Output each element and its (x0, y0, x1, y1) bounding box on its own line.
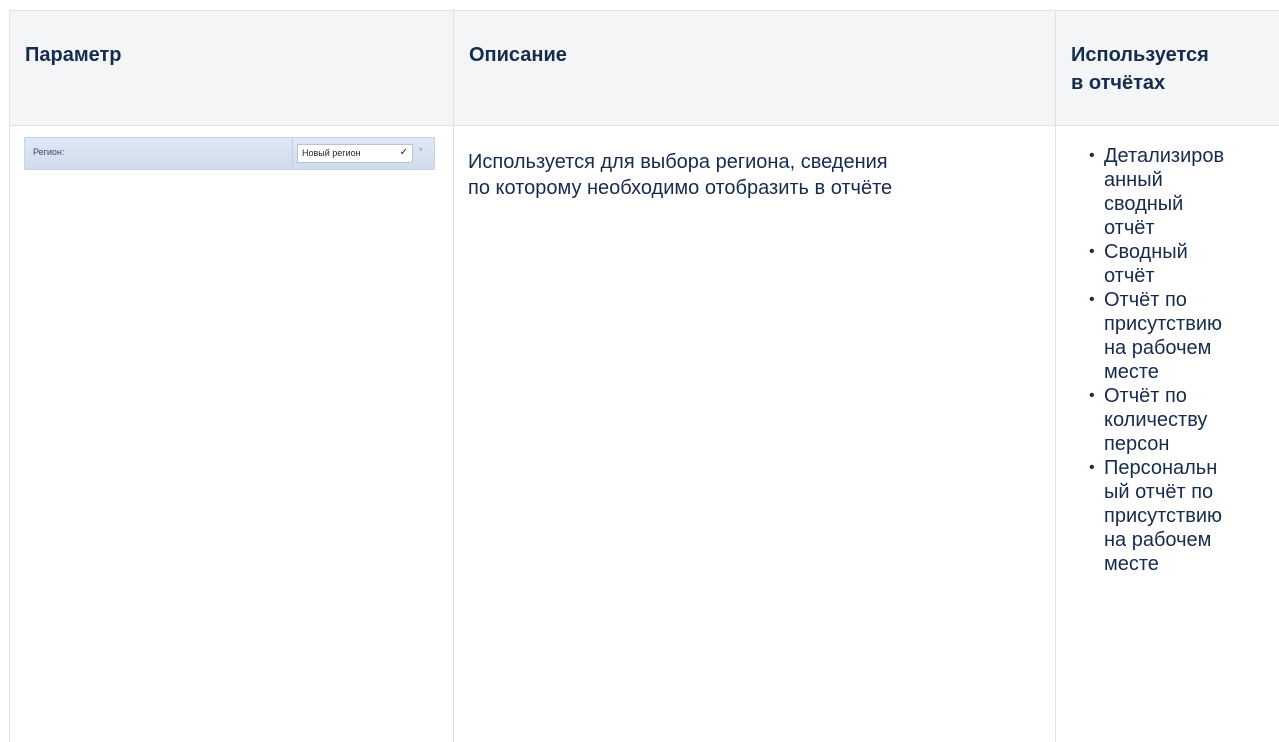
list-item-line: присутствию (1104, 313, 1223, 335)
list-item-line: на рабочем (1104, 337, 1212, 359)
list-item-line: Отчёт по (1104, 385, 1187, 407)
list-item-line: отчёт (1104, 265, 1155, 287)
list-item: • Персональн ый отчёт по присутствию на … (1085, 456, 1245, 576)
column-divider (453, 11, 454, 742)
list-item-line: Детализиров (1104, 145, 1225, 167)
list-item-line: анный (1104, 169, 1163, 191)
list-item-line: на рабочем (1104, 529, 1212, 551)
row-description: Используется для выбора региона, сведени… (468, 149, 892, 201)
region-field-label: Регион: (33, 147, 65, 157)
header-description: Описание (469, 44, 567, 66)
region-select: Новый регион ✓ (297, 144, 413, 163)
bullet-icon: • (1089, 243, 1095, 260)
list-item-line: присутствию (1104, 505, 1223, 527)
column-divider (1055, 11, 1056, 742)
list-item-line: персон (1104, 433, 1170, 455)
list-item: • Отчёт по количеству персон (1085, 384, 1245, 456)
region-select-value: Новый регион (302, 148, 361, 158)
bullet-icon: • (1089, 459, 1095, 476)
list-item-line: месте (1104, 553, 1159, 575)
list-item-line: Отчёт по (1104, 289, 1187, 311)
required-mark: * (419, 146, 423, 156)
list-item-line: количеству (1104, 409, 1208, 431)
field-divider (292, 138, 293, 169)
chevron-down-icon: ✓ (399, 147, 408, 158)
list-item-line: отчёт (1104, 217, 1155, 239)
description-line-2: по которому необходимо отобразить в отчё… (468, 177, 893, 199)
region-field-screenshot: Регион: Новый регион ✓ * (24, 137, 435, 170)
header-parameter: Параметр (25, 44, 122, 66)
header-used-in-reports: Используется в отчётах (1071, 41, 1209, 97)
header-used-in-line2: в отчётах (1071, 72, 1166, 94)
bullet-icon: • (1089, 147, 1095, 164)
list-item-line: Персональн (1104, 457, 1218, 479)
list-item: • Детализиров анный сводный отчёт (1085, 144, 1245, 240)
reports-list: • Детализиров анный сводный отчёт • Свод… (1085, 144, 1245, 576)
description-line-1: Используется для выбора региона, сведени… (468, 151, 888, 173)
bullet-icon: • (1089, 387, 1095, 404)
list-item: • Отчёт по присутствию на рабочем месте (1085, 288, 1245, 384)
header-used-in-line1: Используется (1071, 44, 1209, 66)
list-item-line: Сводный (1104, 241, 1188, 263)
bullet-icon: • (1089, 291, 1095, 308)
list-item-line: ый отчёт по (1104, 481, 1214, 503)
list-item: • Сводный отчёт (1085, 240, 1245, 288)
list-item-line: сводный (1104, 193, 1184, 215)
list-item-line: месте (1104, 361, 1159, 383)
